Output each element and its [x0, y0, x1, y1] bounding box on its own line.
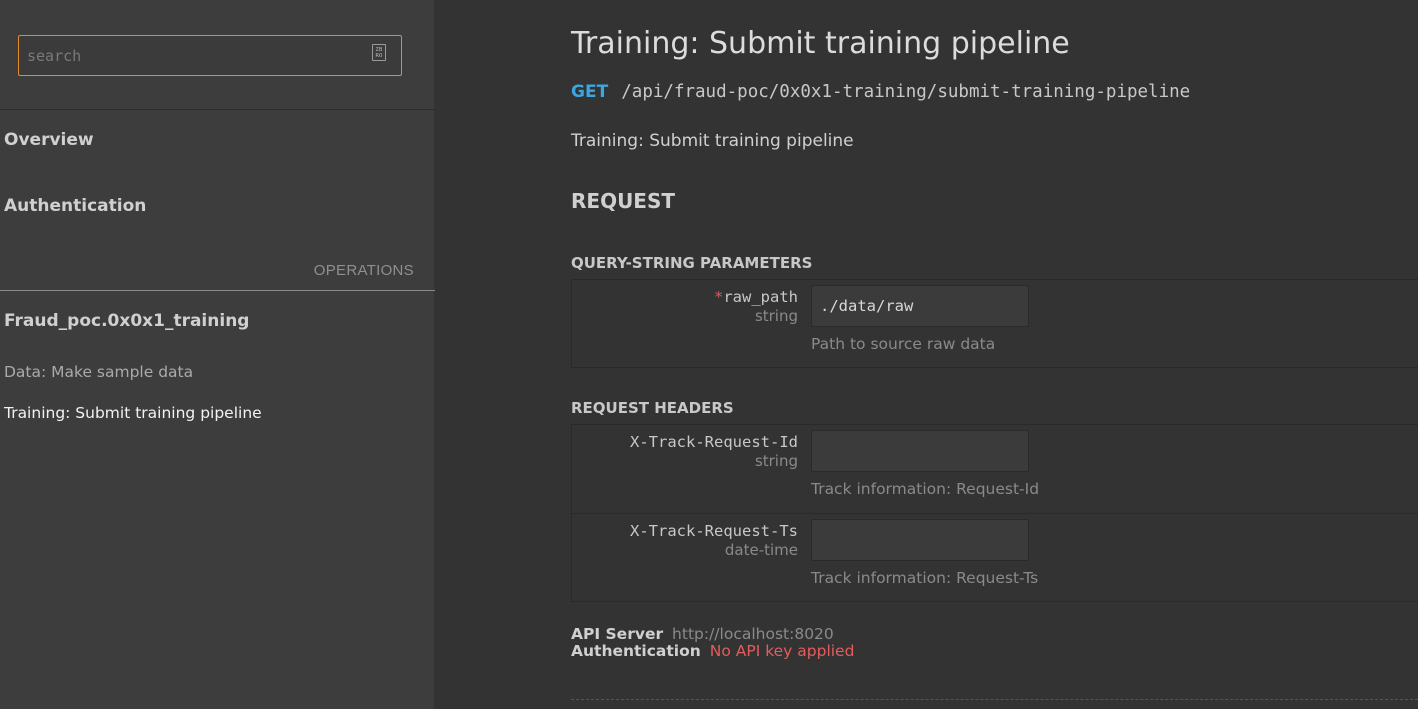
- operations-label: OPERATIONS: [313, 262, 414, 279]
- section-divider: [571, 699, 1418, 700]
- operations-divider: [0, 290, 435, 291]
- raw-path-input[interactable]: [811, 285, 1029, 327]
- sidebar-item-submit-training-pipeline[interactable]: Training: Submit training pipeline: [4, 404, 262, 422]
- search-input[interactable]: [19, 36, 364, 75]
- query-params-heading: QUERY-STRING PARAMETERS: [571, 254, 813, 272]
- auth-label: Authentication: [571, 642, 701, 660]
- header-help: Track information: Request-Ts: [811, 569, 1039, 587]
- request-id-input[interactable]: [811, 430, 1029, 472]
- request-ts-input[interactable]: [811, 519, 1029, 561]
- sidebar-divider: [0, 109, 435, 110]
- query-params-table: *raw_path string Path to source raw data: [571, 279, 1418, 368]
- keyboard-shortcut-icon[interactable]: ZB RO: [372, 44, 386, 61]
- page-title: Training: Submit training pipeline: [571, 26, 1070, 61]
- auth-info: Authentication No API key applied: [571, 642, 854, 660]
- operation-group-title[interactable]: Fraud_poc.0x0x1_training: [4, 311, 249, 331]
- header-help: Track information: Request-Id: [811, 480, 1040, 498]
- header-type: string: [754, 452, 798, 470]
- api-server-info: API Server http://localhost:8020: [571, 625, 834, 643]
- header-name: X-Track-Request-Id: [630, 433, 798, 451]
- param-type: string: [754, 307, 798, 325]
- header-row-request-id: X-Track-Request-Id string Track informat…: [572, 425, 1418, 513]
- param-name: *raw_path: [714, 288, 798, 306]
- required-marker: *: [714, 288, 724, 306]
- request-headers-table: X-Track-Request-Id string Track informat…: [571, 424, 1418, 602]
- auth-status[interactable]: No API key applied: [710, 642, 855, 660]
- sidebar-item-make-sample-data[interactable]: Data: Make sample data: [4, 363, 193, 381]
- api-server-label: API Server: [571, 625, 664, 643]
- nav-authentication[interactable]: Authentication: [4, 196, 146, 216]
- search-box[interactable]: ZBRO: [18, 35, 402, 76]
- endpoint-path: /api/fraud-poc/0x0x1-training/submit-tra…: [621, 82, 1191, 102]
- http-method-badge: GET: [571, 82, 609, 102]
- param-row-raw-path: *raw_path string Path to source raw data: [572, 280, 1418, 368]
- request-headers-heading: REQUEST HEADERS: [571, 399, 734, 417]
- api-server-value[interactable]: http://localhost:8020: [672, 625, 834, 643]
- param-name-text: raw_path: [723, 288, 798, 306]
- param-help: Path to source raw data: [811, 335, 996, 353]
- request-heading: REQUEST: [571, 189, 676, 213]
- header-type: date-time: [724, 541, 798, 559]
- operation-description: Training: Submit training pipeline: [571, 131, 854, 151]
- sidebar: ZBRO Overview Authentication OPERATIONS …: [0, 0, 435, 709]
- endpoint: GET /api/fraud-poc/0x0x1-training/submit…: [571, 82, 1190, 102]
- nav-overview[interactable]: Overview: [4, 130, 94, 150]
- header-name: X-Track-Request-Ts: [630, 522, 798, 540]
- header-row-request-ts: X-Track-Request-Ts date-time Track infor…: [572, 513, 1418, 602]
- main-content: Training: Submit training pipeline GET /…: [436, 0, 1418, 709]
